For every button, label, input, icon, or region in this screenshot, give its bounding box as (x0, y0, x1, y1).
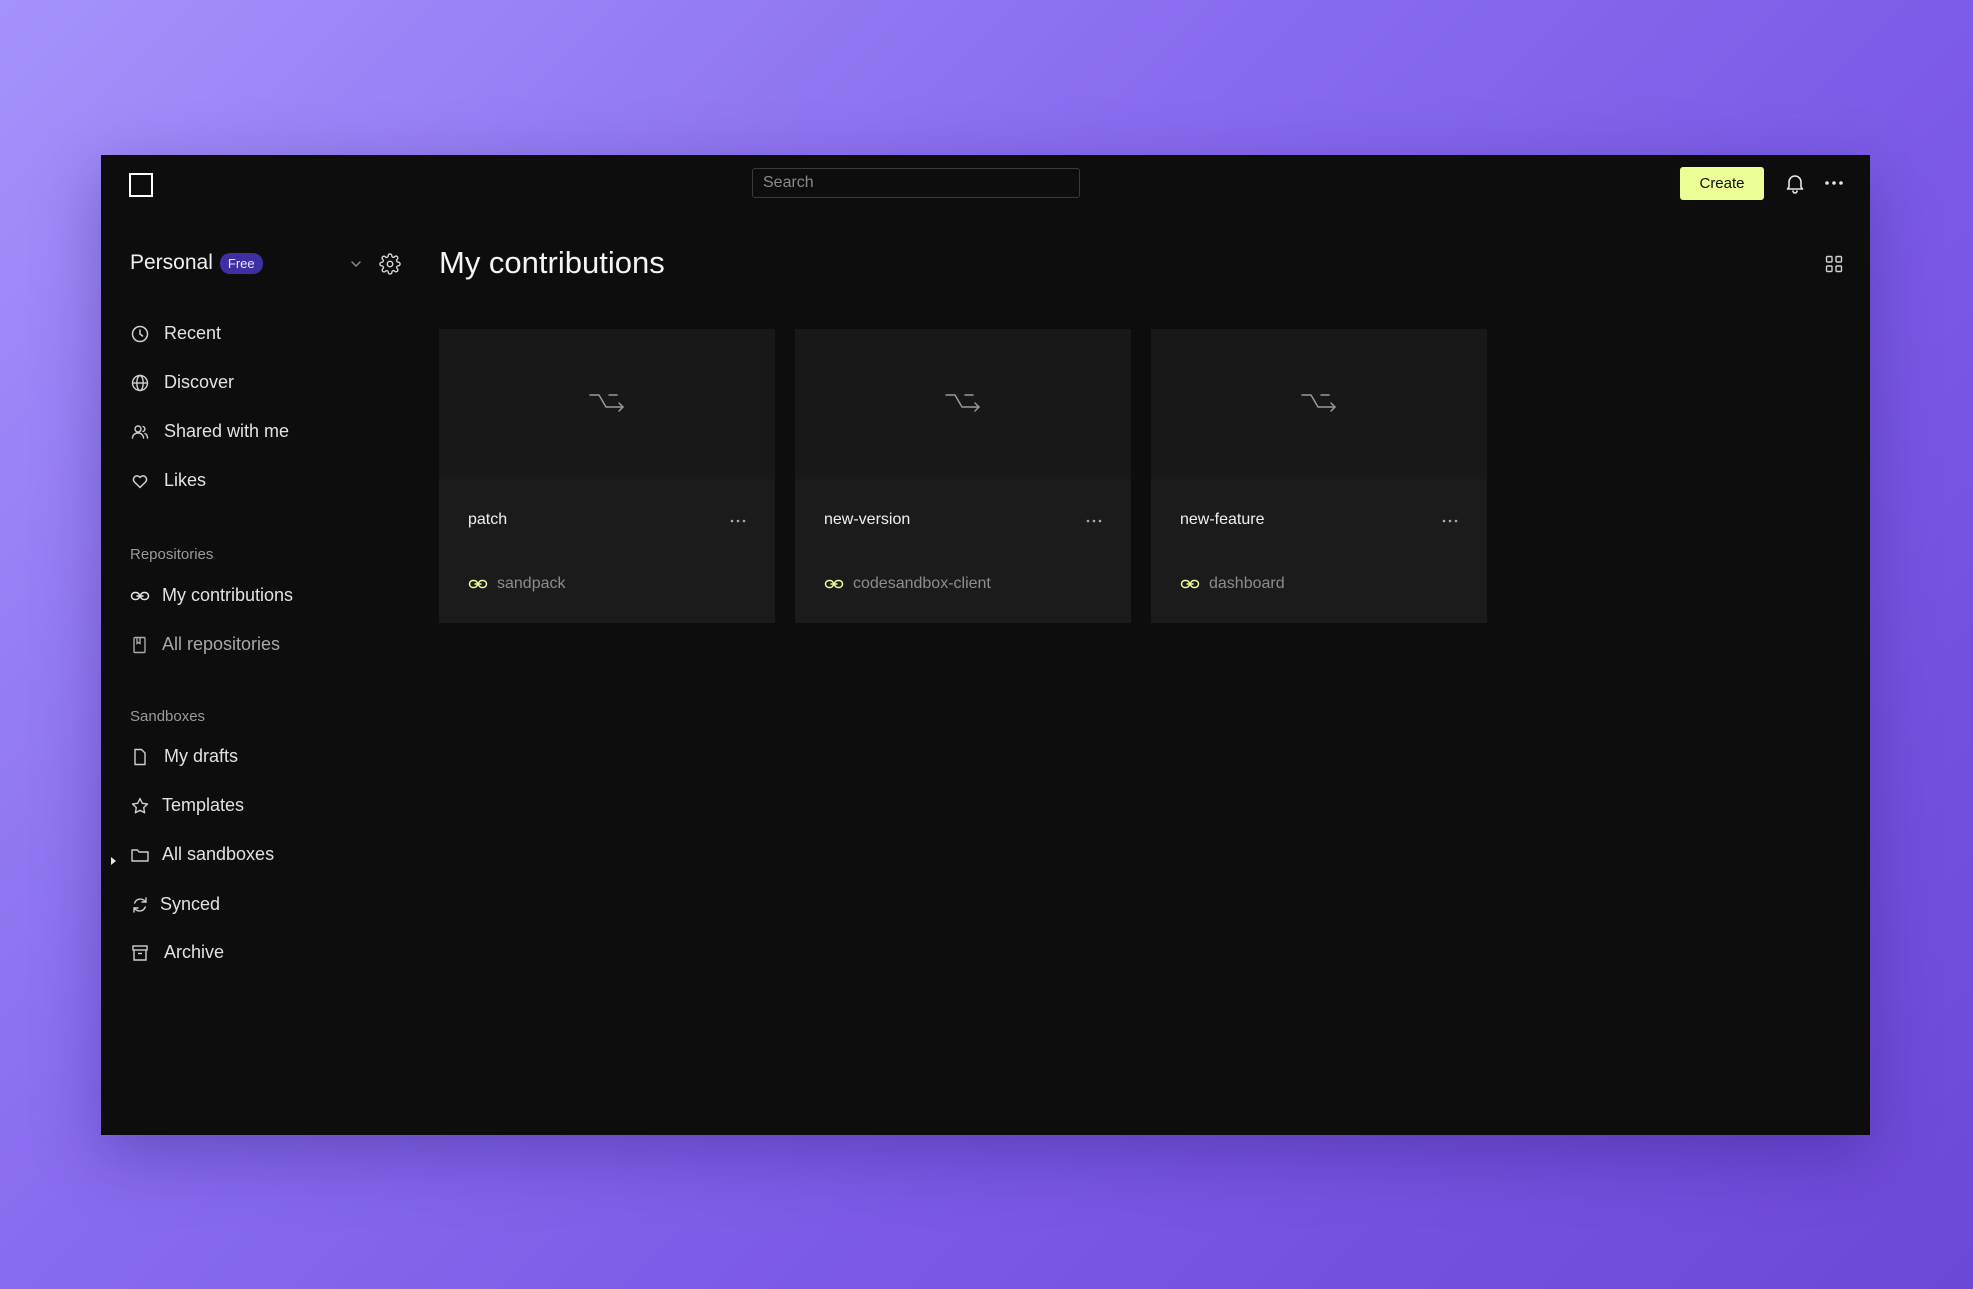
sidebar-item-label: Synced (160, 894, 221, 914)
sidebar-item-label: Archive (164, 942, 225, 962)
sidebar-item-templates[interactable]: Templates (130, 795, 244, 816)
sidebar-item-label: Templates (162, 795, 245, 815)
card-more-icon[interactable] (728, 513, 748, 529)
grid-view-icon[interactable] (1823, 253, 1845, 275)
repo-card[interactable]: patch sandpack (439, 329, 775, 623)
folder-icon (130, 845, 150, 865)
sandboxes-section-label: Sandboxes (130, 708, 206, 725)
sidebar-item-all-repositories[interactable]: All repositories (130, 634, 280, 655)
plan-badge: Free (219, 252, 263, 274)
repo-card[interactable]: new-version codesandbox-client (795, 329, 1131, 623)
sidebar-item-label: Discover (164, 372, 235, 392)
link-icon (468, 574, 488, 594)
card-repo: dashboard (1180, 574, 1285, 594)
logo-icon[interactable] (129, 173, 153, 197)
book-icon (130, 635, 150, 655)
card-branch-name: new-version (824, 511, 911, 528)
card-repo-name: dashboard (1209, 575, 1285, 592)
expand-caret-icon[interactable] (109, 853, 119, 865)
sidebar-item-recent[interactable]: Recent (130, 323, 221, 344)
sidebar-item-likes[interactable]: Likes (130, 470, 206, 491)
sidebar-item-label: Likes (164, 470, 207, 490)
card-repo-name: sandpack (497, 575, 566, 592)
create-button[interactable]: Create (1680, 167, 1764, 200)
bell-icon[interactable] (1783, 171, 1807, 195)
branch-icon (589, 394, 624, 412)
card-thumbnail (439, 329, 775, 479)
card-repo: sandpack (468, 574, 566, 594)
globe-icon (130, 373, 150, 393)
sidebar-item-label: My contributions (162, 585, 294, 605)
card-thumbnail (795, 329, 1131, 479)
heart-icon (130, 471, 150, 491)
sidebar-item-label: Shared with me (164, 421, 290, 441)
repo-card[interactable]: new-feature dashboard (1151, 329, 1487, 623)
page-title: My contributions (439, 245, 665, 280)
sidebar-item-label: Recent (164, 323, 222, 343)
workspace-selector[interactable]: Personal Free (130, 251, 263, 275)
card-branch-name: new-feature (1180, 511, 1265, 528)
card-more-icon[interactable] (1084, 513, 1104, 529)
card-repo-name: codesandbox-client (853, 575, 991, 592)
sidebar-item-my-contributions[interactable]: My contributions (130, 585, 293, 606)
sidebar-item-label: My drafts (164, 746, 239, 766)
link-icon (824, 574, 844, 594)
card-repo: codesandbox-client (824, 574, 991, 594)
card-more-icon[interactable] (1440, 513, 1460, 529)
clock-icon (130, 324, 150, 344)
workspace-name: Personal (130, 251, 213, 274)
repositories-section-label: Repositories (130, 546, 214, 563)
sidebar-item-shared[interactable]: Shared with me (130, 421, 289, 442)
sidebar-item-all-sandboxes[interactable]: All sandboxes (130, 844, 274, 865)
file-icon (130, 747, 150, 767)
search-input[interactable] (752, 168, 1080, 198)
branch-icon (945, 394, 980, 412)
chevron-down-icon[interactable] (347, 255, 365, 273)
sidebar-item-discover[interactable]: Discover (130, 372, 234, 393)
sidebar-item-label: All sandboxes (162, 844, 275, 864)
card-thumbnail (1151, 329, 1487, 479)
sidebar-item-label: All repositories (162, 634, 281, 654)
users-icon (130, 422, 150, 442)
link-icon (1180, 574, 1200, 594)
branch-icon (1301, 394, 1336, 412)
link-icon (130, 586, 150, 606)
archive-icon (130, 943, 150, 963)
sidebar-item-synced[interactable]: Synced (130, 894, 220, 915)
sidebar-item-archive[interactable]: Archive (130, 942, 224, 963)
sync-icon (130, 895, 150, 915)
star-icon (130, 796, 150, 816)
app-window: Create Personal Free Recent Discover Sha… (101, 155, 1870, 1135)
gear-icon[interactable] (379, 253, 401, 275)
card-branch-name: patch (468, 511, 508, 528)
sidebar-item-my-drafts[interactable]: My drafts (130, 746, 238, 767)
more-icon[interactable] (1822, 171, 1846, 195)
